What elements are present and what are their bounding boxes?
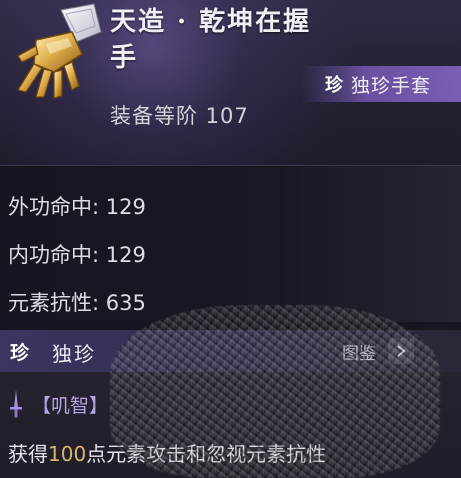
- set-effect-text: 获得100点元素攻击和忽视元素抗性: [8, 438, 326, 467]
- set-name: 独珍: [52, 342, 96, 366]
- effect-number: 100: [48, 442, 87, 466]
- chevron-right-icon: [388, 338, 414, 364]
- stat-separator: :: [92, 291, 106, 315]
- effect-suffix: 点元素攻击和忽视元素抗性: [86, 442, 327, 466]
- stat-label: 外功命中: [8, 195, 92, 219]
- rarity-type: 独珍手套: [351, 74, 432, 97]
- stat-value: 635: [105, 291, 146, 315]
- stat-label: 元素抗性: [8, 291, 92, 315]
- stat-row: 元素抗性: 635: [8, 287, 146, 317]
- set-bar: 珍 独珍 图鉴: [0, 330, 461, 372]
- item-name: 天造 · 乾坤在握手: [110, 7, 312, 73]
- stat-value: 129: [105, 195, 146, 219]
- set-effect-area: 【叽智】 获得100点元素攻击和忽视元素抗性: [0, 372, 461, 478]
- stat-label: 内功命中: [8, 243, 92, 267]
- stat-row: 外功命中: 129: [8, 191, 146, 221]
- stat-separator: :: [92, 195, 106, 219]
- stat-separator: :: [92, 243, 106, 267]
- equip-level: 装备等阶 107: [110, 104, 249, 128]
- rarity-banner: 珍 独珍手套: [301, 66, 461, 102]
- stats-panel: 外功命中: 129 内功命中: 129 元素抗性: 635: [0, 166, 461, 322]
- stat-row: 内功命中: 129: [8, 239, 146, 269]
- skill-label: 【叽智】: [32, 394, 109, 417]
- golden-gauntlet-icon: [6, 2, 106, 102]
- stat-value: 129: [105, 243, 146, 267]
- catalog-button[interactable]: 图鉴: [342, 338, 414, 364]
- rarity-badge: 珍: [325, 75, 343, 96]
- skill-row: 【叽智】: [8, 390, 108, 418]
- dagger-icon: [10, 390, 22, 418]
- item-header: 天造 · 乾坤在握手 珍 独珍手套 装备等阶 107: [0, 0, 461, 166]
- effect-prefix: 获得: [8, 442, 48, 466]
- set-rarity-badge: 珍: [10, 342, 30, 364]
- catalog-label: 图鉴: [342, 343, 376, 364]
